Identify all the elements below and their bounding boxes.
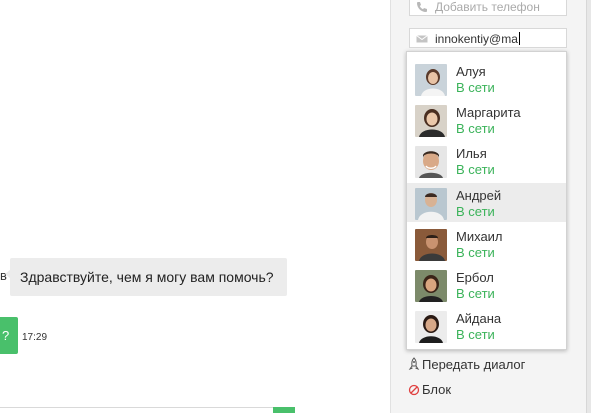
avatar (415, 105, 447, 137)
operator-name: Алуя (456, 64, 486, 79)
message-input[interactable] (0, 407, 273, 408)
transfer-dialog-label: Передать диалог (422, 357, 526, 372)
phone-icon (417, 2, 427, 12)
operator-name: Илья (456, 146, 487, 161)
operator-item-mikhail[interactable]: Михаил В сети (407, 224, 566, 263)
operator-status: В сети (456, 80, 495, 95)
operator-name: Айдана (456, 311, 502, 326)
avatar (415, 270, 447, 302)
block-button[interactable]: Блок (408, 382, 451, 397)
chat-area: в Здравствуйте, чем я могу вам помочь? ?… (0, 0, 390, 413)
phone-placeholder: Добавить телефон (435, 0, 540, 14)
operator-item-margarita[interactable]: Маргарита В сети (407, 100, 566, 139)
operator-name: Михаил (456, 229, 503, 244)
operator-status: В сети (456, 204, 495, 219)
incoming-message-bubble: Здравствуйте, чем я могу вам помочь? (10, 258, 287, 296)
operator-status: В сети (456, 162, 495, 177)
avatar (415, 146, 447, 178)
operator-item-aidana[interactable]: Айдана В сети (407, 306, 566, 345)
envelope-icon (416, 35, 428, 43)
operator-item-erbol[interactable]: Ербол В сети (407, 265, 566, 304)
avatar (415, 229, 447, 261)
operator-status: В сети (456, 286, 495, 301)
operator-status: В сети (456, 327, 495, 342)
rocket-icon (408, 357, 420, 371)
block-icon (408, 384, 420, 396)
operator-name: Ербол (456, 270, 494, 285)
operator-dropdown: Алуя В сети Маргарита В сети Илья В сети… (406, 51, 567, 350)
operator-name: Андрей (456, 188, 502, 203)
message-time: 17:29 (22, 332, 48, 343)
operator-item-ilya[interactable]: Илья В сети (407, 141, 566, 180)
outgoing-message-bubble: ? (0, 317, 18, 354)
avatar (415, 188, 447, 220)
operator-name: Маргарита (456, 105, 521, 120)
avatar (415, 64, 447, 96)
send-button[interactable] (273, 407, 295, 413)
avatar (415, 311, 447, 343)
email-field[interactable]: innokentiy@ma (409, 28, 567, 48)
operator-status: В сети (456, 121, 495, 136)
scrollbar[interactable] (586, 0, 591, 413)
block-label: Блок (422, 382, 452, 397)
operator-item-aluya[interactable]: Алуя В сети (407, 59, 566, 98)
text-caret (518, 32, 520, 45)
transfer-dialog-button[interactable]: Передать диалог (408, 357, 525, 372)
phone-field[interactable]: Добавить телефон (409, 0, 567, 16)
email-value: innokentiy@ma (435, 32, 520, 46)
operator-item-andrey[interactable]: Андрей В сети (407, 183, 566, 222)
operator-status: В сети (456, 245, 495, 260)
